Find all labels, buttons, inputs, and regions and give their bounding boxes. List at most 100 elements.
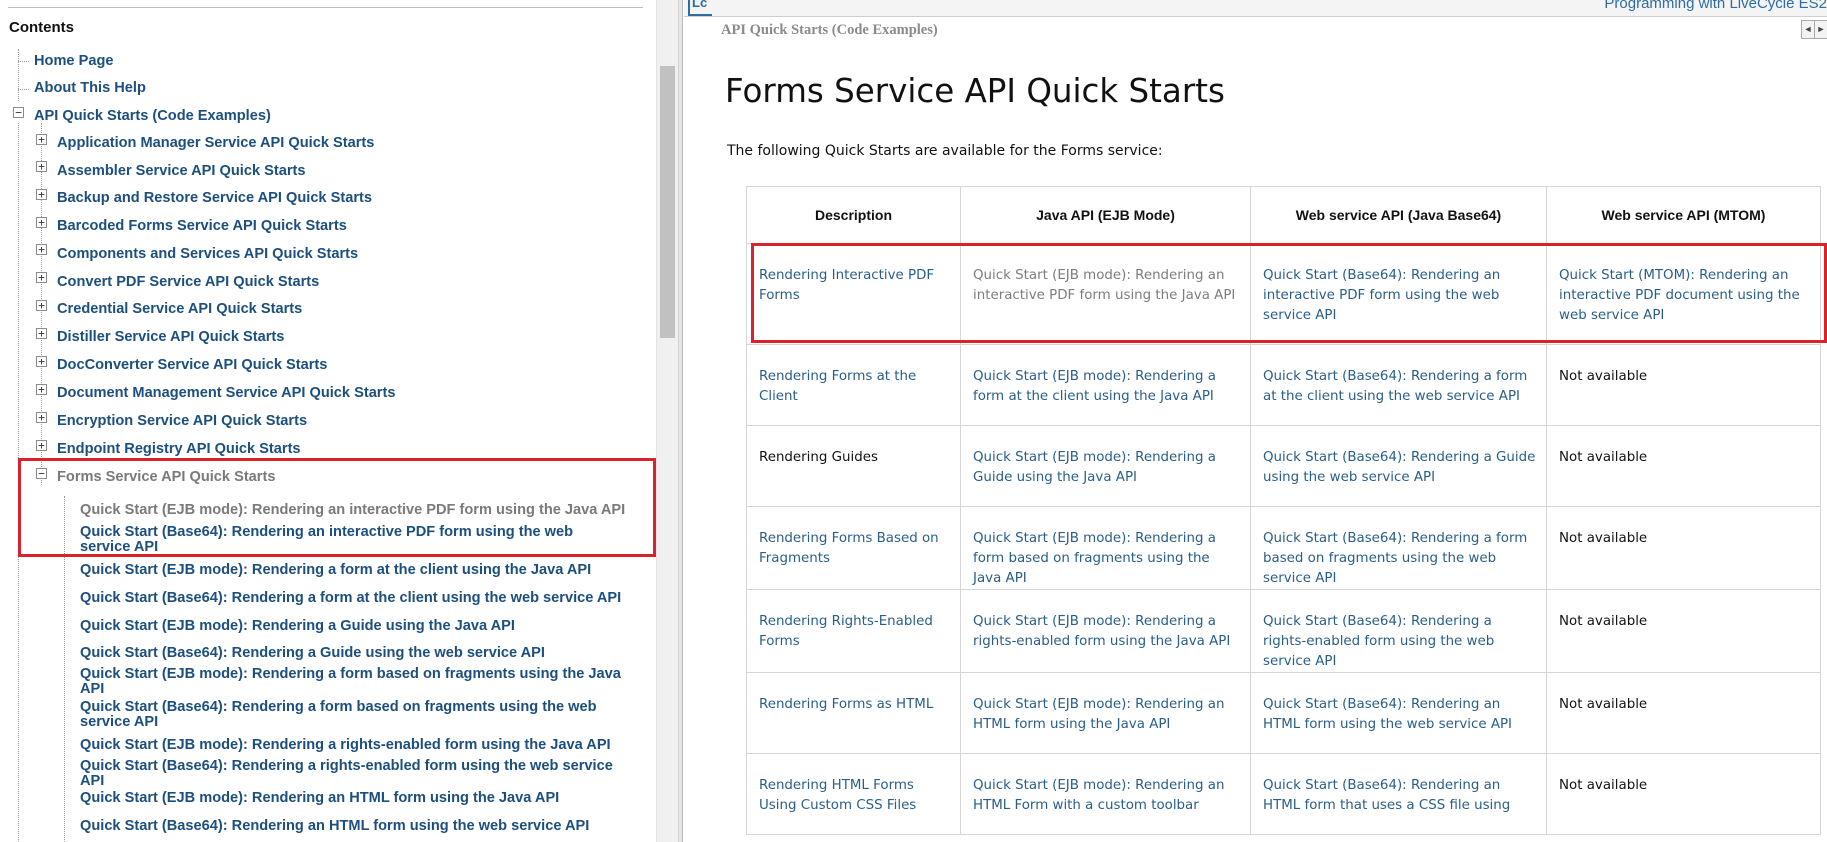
table-row: Rendering Guides Quick Start (EJB mode):… bbox=[746, 425, 1821, 507]
toc-item-application-manager[interactable]: Application Manager Service API Quick St… bbox=[57, 135, 374, 152]
expand-toggle-application-manager[interactable]: + bbox=[36, 134, 47, 145]
expand-toggle-distiller[interactable]: + bbox=[36, 328, 47, 339]
toc-item-forms-qs-ejb-html[interactable]: Quick Start (EJB mode): Rendering an HTM… bbox=[80, 790, 559, 807]
toc-item-forms-qs-base64-guide[interactable]: Quick Start (Base64): Rendering a Guide … bbox=[80, 645, 545, 662]
toc-pane: Contents Home Page About This Help − API… bbox=[0, 0, 656, 842]
tree-line bbox=[64, 496, 65, 842]
toc-item-forms-qs-ejb-guide[interactable]: Quick Start (EJB mode): Rendering a Guid… bbox=[80, 618, 515, 635]
toc-item-credential[interactable]: Credential Service API Quick Starts bbox=[57, 301, 302, 318]
base64-link[interactable]: Quick Start (Base64): Rendering an inter… bbox=[1263, 268, 1500, 323]
column-header-web-service-mtom: Web service API (MTOM) bbox=[1546, 186, 1821, 244]
not-available-text: Not available bbox=[1559, 697, 1648, 712]
toc-scrollbar[interactable] bbox=[656, 0, 679, 842]
not-available-text: Not available bbox=[1559, 778, 1648, 793]
toc-item-assembler[interactable]: Assembler Service API Quick Starts bbox=[57, 163, 306, 180]
toc-scrollbar-thumb[interactable] bbox=[660, 66, 675, 338]
toc-item-forms-qs-base64-client[interactable]: Quick Start (Base64): Rendering a form a… bbox=[80, 590, 621, 607]
toc-item-distiller[interactable]: Distiller Service API Quick Starts bbox=[57, 329, 284, 346]
base64-link[interactable]: Quick Start (Base64): Rendering a form a… bbox=[1263, 369, 1527, 404]
toc-item-endpoint-registry[interactable]: Endpoint Registry API Quick Starts bbox=[57, 441, 301, 458]
collapse-toggle-api-quick-starts[interactable]: − bbox=[13, 107, 24, 118]
mtom-link[interactable]: Quick Start (MTOM): Rendering an interac… bbox=[1559, 268, 1800, 323]
collapse-toggle-forms-service[interactable]: − bbox=[36, 468, 47, 479]
toc-item-document-management[interactable]: Document Management Service API Quick St… bbox=[57, 385, 395, 402]
toc-item-forms-service[interactable]: Forms Service API Quick Starts bbox=[57, 469, 275, 486]
base64-link[interactable]: Quick Start (Base64): Rendering an HTML … bbox=[1263, 697, 1512, 732]
toc-title: Contents bbox=[9, 19, 74, 36]
base64-link[interactable]: Quick Start (Base64): Rendering a Guide … bbox=[1263, 450, 1535, 485]
toc-item-forms-qs-base64-fragments[interactable]: Quick Start (Base64): Rendering a form b… bbox=[80, 700, 620, 730]
toc-item-components-services[interactable]: Components and Services API Quick Starts bbox=[57, 246, 358, 263]
toc-item-forms-qs-base64-html[interactable]: Quick Start (Base64): Rendering an HTML … bbox=[80, 818, 589, 835]
breadcrumb[interactable]: API Quick Starts (Code Examples) bbox=[721, 22, 938, 39]
table-row: Rendering Interactive PDF Forms Quick St… bbox=[746, 243, 1821, 345]
page-nav: ◄ ► bbox=[1801, 20, 1827, 39]
expand-toggle-assembler[interactable]: + bbox=[36, 161, 47, 172]
pane-splitter[interactable] bbox=[678, 0, 683, 842]
expand-toggle-credential[interactable]: + bbox=[36, 300, 47, 311]
table-row: Rendering Forms as HTML Quick Start (EJB… bbox=[746, 672, 1821, 754]
not-available-text: Not available bbox=[1559, 614, 1648, 629]
toc-item-forms-qs-ejb-fragments[interactable]: Quick Start (EJB mode): Rendering a form… bbox=[80, 667, 640, 697]
toc-item-api-quick-starts[interactable]: API Quick Starts (Code Examples) bbox=[34, 108, 271, 125]
not-available-text: Not available bbox=[1559, 369, 1648, 384]
expand-toggle-encryption[interactable]: + bbox=[36, 412, 47, 423]
row-description-link[interactable]: Rendering HTML Forms Using Custom CSS Fi… bbox=[759, 778, 916, 813]
expand-toggle-barcoded-forms[interactable]: + bbox=[36, 217, 47, 228]
toc-item-backup-restore[interactable]: Backup and Restore Service API Quick Sta… bbox=[57, 190, 372, 207]
base64-link[interactable]: Quick Start (Base64): Rendering a form b… bbox=[1263, 531, 1527, 586]
toc-item-barcoded-forms[interactable]: Barcoded Forms Service API Quick Starts bbox=[57, 218, 347, 235]
expand-toggle-docconverter[interactable]: + bbox=[36, 356, 47, 367]
table-cell: Quick Start (MTOM): Rendering an interac… bbox=[1546, 243, 1821, 345]
expand-toggle-components-services[interactable]: + bbox=[36, 244, 47, 255]
expand-toggle-document-management[interactable]: + bbox=[36, 384, 47, 395]
tree-line bbox=[18, 49, 19, 101]
table-cell: Not available bbox=[1546, 344, 1821, 426]
prev-page-button[interactable]: ◄ bbox=[1801, 20, 1815, 39]
java-api-link[interactable]: Quick Start (EJB mode): Rendering an HTM… bbox=[973, 697, 1224, 732]
java-api-link[interactable]: Quick Start (EJB mode): Rendering an int… bbox=[973, 268, 1235, 303]
table-row: Rendering HTML Forms Using Custom CSS Fi… bbox=[746, 753, 1821, 835]
table-cell: Not available bbox=[1546, 753, 1821, 835]
java-api-link[interactable]: Quick Start (EJB mode): Rendering a form… bbox=[973, 531, 1216, 586]
expand-toggle-backup-restore[interactable]: + bbox=[36, 189, 47, 200]
toc-item-encryption[interactable]: Encryption Service API Quick Starts bbox=[57, 413, 307, 430]
table-cell: Rendering Interactive PDF Forms bbox=[746, 243, 961, 345]
row-description-link[interactable]: Rendering Forms Based on Fragments bbox=[759, 531, 939, 566]
toc-item-forms-qs-base64-interactive-pdf[interactable]: Quick Start (Base64): Rendering an inter… bbox=[80, 525, 580, 555]
row-description-link[interactable]: Rendering Forms as HTML bbox=[759, 697, 933, 712]
table-cell: Not available bbox=[1546, 672, 1821, 754]
table-cell: Rendering Rights-Enabled Forms bbox=[746, 589, 961, 673]
toc-item-forms-qs-base64-rights-enabled[interactable]: Quick Start (Base64): Rendering a rights… bbox=[80, 759, 640, 789]
tree-line bbox=[18, 123, 19, 842]
table-cell: Quick Start (EJB mode): Rendering an HTM… bbox=[960, 753, 1251, 835]
java-api-link[interactable]: Quick Start (EJB mode): Rendering an HTM… bbox=[973, 778, 1224, 813]
column-header-java-api: Java API (EJB Mode) bbox=[960, 186, 1251, 244]
next-page-button[interactable]: ► bbox=[1814, 20, 1827, 39]
table-cell: Quick Start (Base64): Rendering an HTML … bbox=[1250, 672, 1547, 754]
row-description-link[interactable]: Rendering Interactive PDF Forms bbox=[759, 268, 934, 303]
base64-link[interactable]: Quick Start (Base64): Rendering a rights… bbox=[1263, 614, 1494, 669]
toc-item-about-this-help[interactable]: About This Help bbox=[34, 80, 146, 97]
row-description-link[interactable]: Rendering Rights-Enabled Forms bbox=[759, 614, 933, 649]
toc-item-forms-qs-ejb-client[interactable]: Quick Start (EJB mode): Rendering a form… bbox=[80, 562, 591, 579]
base64-link[interactable]: Quick Start (Base64): Rendering an HTML … bbox=[1263, 778, 1510, 813]
toc-item-docconverter[interactable]: DocConverter Service API Quick Starts bbox=[57, 357, 327, 374]
table-cell: Quick Start (EJB mode): Rendering an int… bbox=[960, 243, 1251, 345]
row-description-link[interactable]: Rendering Forms at the Client bbox=[759, 369, 916, 404]
java-api-link[interactable]: Quick Start (EJB mode): Rendering a righ… bbox=[973, 614, 1230, 649]
expand-toggle-convert-pdf[interactable]: + bbox=[36, 272, 47, 283]
toc-item-forms-qs-ejb-interactive-pdf[interactable]: Quick Start (EJB mode): Rendering an int… bbox=[80, 502, 625, 519]
toc-item-forms-qs-ejb-rights-enabled[interactable]: Quick Start (EJB mode): Rendering a righ… bbox=[80, 737, 611, 754]
toc-item-home-page[interactable]: Home Page bbox=[34, 53, 113, 70]
expand-toggle-endpoint-registry[interactable]: + bbox=[36, 440, 47, 451]
table-cell: Quick Start (EJB mode): Rendering a Guid… bbox=[960, 425, 1251, 507]
java-api-link[interactable]: Quick Start (EJB mode): Rendering a form… bbox=[973, 369, 1216, 404]
column-header-description: Description bbox=[746, 186, 961, 244]
java-api-link[interactable]: Quick Start (EJB mode): Rendering a Guid… bbox=[973, 450, 1216, 485]
toc-item-convert-pdf[interactable]: Convert PDF Service API Quick Starts bbox=[57, 274, 319, 291]
page-title: Forms Service API Quick Starts bbox=[725, 72, 1225, 110]
table-cell: Rendering Forms as HTML bbox=[746, 672, 961, 754]
content-pane: Lc Programming with LiveCycle ES2 API Qu… bbox=[684, 0, 1827, 842]
table-row: Rendering Rights-Enabled Forms Quick Sta… bbox=[746, 589, 1821, 673]
